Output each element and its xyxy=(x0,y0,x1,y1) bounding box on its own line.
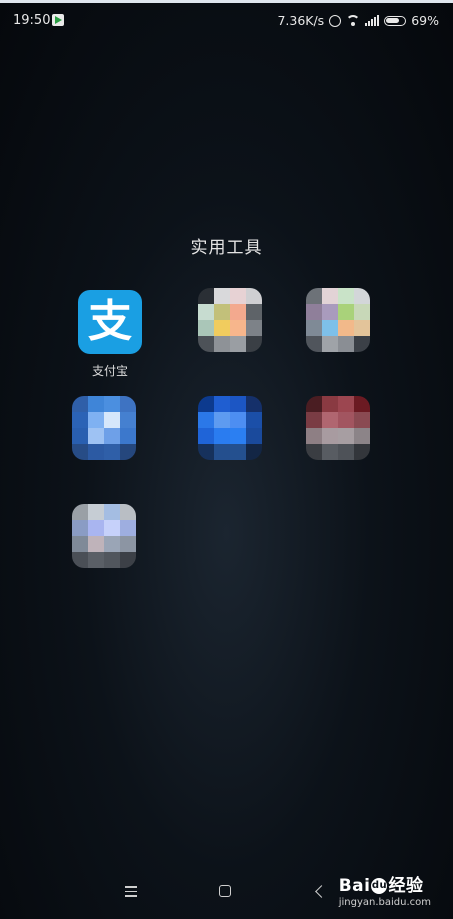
alipay-icon[interactable]: 支 xyxy=(78,290,142,354)
app-blurred-7[interactable] xyxy=(72,504,136,568)
battery-percent: 69% xyxy=(411,13,439,28)
battery-icon xyxy=(384,15,407,26)
watermark-brand: Baidu经验 xyxy=(339,871,431,896)
watermark-brand-right: 经验 xyxy=(388,876,424,896)
alarm-icon xyxy=(329,14,342,27)
back-icon[interactable] xyxy=(315,885,328,898)
folder-title: 实用工具 xyxy=(190,238,263,258)
blurred-app-icon[interactable] xyxy=(306,288,370,352)
status-right: 7.36K/s 69% xyxy=(277,13,439,28)
blurred-app-icon[interactable] xyxy=(72,396,136,460)
notification-app-icon xyxy=(52,14,64,26)
blurred-app-icon[interactable] xyxy=(72,504,136,568)
watermark-brand-left: Bai xyxy=(338,876,371,896)
blurred-app-icon[interactable] xyxy=(198,288,262,352)
app-blurred-4[interactable] xyxy=(72,396,136,460)
signal-icon xyxy=(365,15,380,26)
menu-icon[interactable] xyxy=(125,886,137,897)
app-blurred-5[interactable] xyxy=(198,396,262,460)
wifi-icon xyxy=(346,15,361,26)
home-icon[interactable] xyxy=(219,885,231,897)
status-bar: 19:50 7.36K/s 69% xyxy=(0,3,453,37)
baidu-jingyan-watermark: Baidu经验 jingyan.baidu.com xyxy=(339,871,431,908)
alipay-glyph: 支 xyxy=(88,296,132,347)
app-blurred-3[interactable] xyxy=(306,288,370,352)
network-speed: 7.36K/s xyxy=(277,13,325,28)
app-alipay[interactable]: 支 支付宝 xyxy=(78,290,142,378)
watermark-site: jingyan.baidu.com xyxy=(338,897,431,908)
app-blurred-2[interactable] xyxy=(198,288,262,352)
app-blurred-6[interactable] xyxy=(306,396,370,460)
status-time: 19:50 xyxy=(13,13,51,28)
blurred-app-icon[interactable] xyxy=(198,396,262,460)
blurred-app-icon[interactable] xyxy=(306,396,370,460)
paw-icon: du xyxy=(371,878,388,894)
app-label: 支付宝 xyxy=(91,364,128,378)
